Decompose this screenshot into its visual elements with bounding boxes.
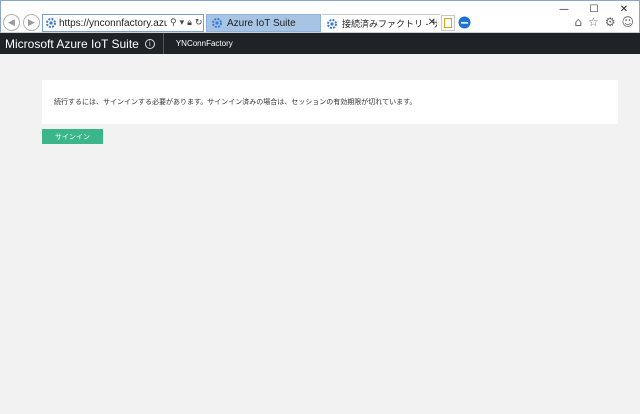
tab-label: Azure IoT Suite bbox=[227, 17, 296, 29]
tab-gear-icon bbox=[327, 18, 337, 29]
app-header: Microsoft Azure IoT Suite i YNConnFactor… bbox=[0, 33, 640, 54]
lock-icon: 🔒︎ bbox=[187, 18, 192, 28]
tab-label: 接続済みファクトリ - サインイン bbox=[342, 19, 437, 29]
address-bar[interactable]: https://ynconnfactory.azureweb... ⚲ ▾ 🔒︎… bbox=[42, 14, 204, 32]
dropdown-icon[interactable]: ▾ bbox=[180, 18, 185, 28]
back-button[interactable]: ◀ bbox=[3, 14, 20, 31]
site-gear-icon bbox=[46, 18, 56, 28]
arrow-left-icon: ◀ bbox=[8, 17, 15, 28]
forward-button[interactable]: ▶ bbox=[23, 14, 40, 31]
settings-gear-icon[interactable]: ⚙ bbox=[605, 15, 616, 29]
info-icon[interactable]: i bbox=[144, 38, 155, 49]
favorites-star-icon[interactable]: ☆ bbox=[588, 15, 599, 29]
address-url: https://ynconnfactory.azureweb... bbox=[59, 17, 167, 29]
tab-azure-iot-suite[interactable]: Azure IoT Suite bbox=[206, 14, 321, 32]
signin-button[interactable]: サインイン bbox=[42, 129, 103, 144]
tab-gear-icon bbox=[212, 18, 222, 28]
arrow-right-icon: ▶ bbox=[28, 17, 35, 28]
tab-signin[interactable]: 接続済みファクトリ - サインイン ✕ bbox=[322, 14, 440, 32]
signin-message: 続行するには、サインインする必要があります。サインイン済みの場合は、セッションの… bbox=[54, 98, 417, 106]
brand-title: Microsoft Azure IoT Suite bbox=[5, 36, 139, 51]
browser-nav-row: ◀ ▶ https://ynconnfactory.azureweb... ⚲ … bbox=[0, 12, 640, 33]
search-icon[interactable]: ⚲ bbox=[170, 18, 177, 28]
solution-name[interactable]: YNConnFactory bbox=[176, 39, 233, 48]
header-divider bbox=[162, 33, 164, 54]
new-tab-button[interactable] bbox=[441, 15, 455, 31]
smiley-feedback-icon[interactable]: ☺ bbox=[621, 15, 634, 29]
refresh-icon[interactable]: ↻ bbox=[195, 18, 203, 28]
browser-toolbar-icons: ⌂ ☆ ⚙ ☺ bbox=[574, 15, 634, 29]
signin-message-panel: 続行するには、サインインする必要があります。サインイン済みの場合は、セッションの… bbox=[42, 80, 618, 124]
close-tab-icon[interactable]: ✕ bbox=[428, 17, 436, 28]
new-tab-icon bbox=[444, 18, 452, 28]
edge-icon[interactable] bbox=[458, 16, 471, 29]
home-icon[interactable]: ⌂ bbox=[574, 15, 582, 29]
